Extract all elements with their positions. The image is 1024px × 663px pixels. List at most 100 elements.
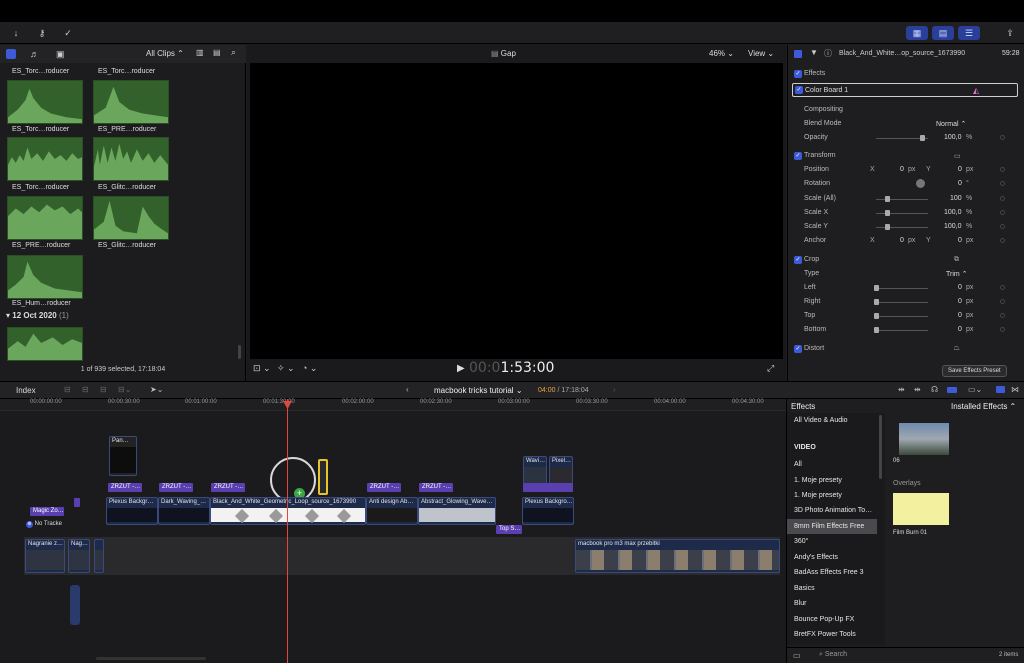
search-icon[interactable]: ⌕ — [231, 47, 236, 58]
snapping-icon[interactable] — [947, 387, 957, 393]
crop-right-slider[interactable] — [876, 302, 928, 303]
play-icon[interactable]: ▶ — [457, 363, 465, 374]
transitions-icon[interactable]: ⋈ — [1011, 385, 1019, 394]
keyframe-button[interactable] — [1000, 167, 1005, 172]
crop-top-slider-knob[interactable] — [874, 313, 879, 319]
color-inspector-icon[interactable]: ▼ — [810, 48, 818, 57]
timeline-toggle-icon[interactable]: ▤ — [932, 26, 954, 40]
keyframe-button[interactable] — [1000, 238, 1005, 243]
opacity-value[interactable]: 100,0 — [944, 134, 962, 141]
scale-y-slider-knob[interactable] — [885, 224, 890, 230]
installed-effects-dropdown[interactable]: Installed Effects ⌃ — [951, 402, 1016, 411]
inspector-toggle-icon[interactable]: ☰ — [958, 26, 980, 40]
keyframe-button[interactable] — [1000, 210, 1005, 215]
video-frame[interactable] — [250, 63, 783, 359]
video-clip[interactable] — [94, 539, 104, 573]
scale-x-value[interactable]: 100,0 — [944, 209, 962, 216]
clip-appearance-icon[interactable]: ▭⌄ — [968, 385, 982, 394]
timeline-scrollbar[interactable] — [96, 657, 206, 660]
connected-clip[interactable]: Plexus Backgr… — [106, 497, 158, 525]
title-clip[interactable]: ZRZUT -… — [419, 483, 453, 492]
select-tool-icon[interactable]: ➤⌄ — [150, 385, 163, 394]
browser-toggle-icon[interactable]: ▦ — [906, 26, 928, 40]
zoom-dropdown[interactable]: 46% ⌄ — [709, 49, 734, 58]
audio-meters-icon[interactable]: ⇹ — [898, 385, 905, 394]
connected-clip[interactable]: Pixel… — [549, 456, 573, 486]
keyword-icon[interactable]: ⚷ — [34, 26, 50, 40]
keyframe-button[interactable] — [1000, 313, 1005, 318]
title-clip[interactable]: ZRZUT -… — [367, 483, 401, 492]
transform-tool-icon[interactable]: ⊡ ⌄ — [253, 363, 271, 374]
top-s-clip[interactable]: Top S… — [496, 525, 522, 534]
audio-clip-thumbnail[interactable] — [7, 137, 83, 181]
connected-clip[interactable]: Black_And_White_Geometric_Loop_source_16… — [210, 497, 366, 525]
transform-checkbox[interactable]: ✓ — [794, 152, 802, 160]
category-item[interactable]: Basics — [787, 581, 877, 596]
connect-icon[interactable]: ⊟ — [64, 385, 71, 394]
category-item[interactable]: All — [787, 457, 877, 472]
anchor-x-value[interactable]: 0 — [900, 237, 904, 244]
category-item[interactable]: All Video & Audio — [787, 413, 877, 428]
crop-left-slider-knob[interactable] — [874, 285, 879, 291]
category-item[interactable]: BretFX Power Tools — [787, 627, 877, 642]
connected-clip[interactable]: Wavi… — [523, 456, 547, 486]
connected-clip[interactable]: Anti design Ab… — [366, 497, 418, 525]
distort-onscreen-icon[interactable]: ⏢ — [954, 345, 960, 353]
speed-icon[interactable]: ◔ ⌄ — [302, 363, 317, 374]
distort-section[interactable]: ✓ Distort ⏢ — [788, 342, 1024, 356]
crop-top-value[interactable]: 0 — [958, 312, 962, 319]
view-dropdown[interactable]: View ⌄ — [748, 49, 774, 58]
category-item[interactable]: 1. Moje presety — [787, 488, 877, 503]
category-item-selected[interactable]: 8mm Film Effects Free — [787, 519, 877, 534]
video-inspector-icon[interactable] — [794, 50, 802, 58]
position-x-value[interactable]: 0 — [900, 166, 904, 173]
project-dropdown[interactable]: macbook tricks tutorial ⌄ — [434, 386, 523, 395]
title-clip[interactable]: ZRZUT -… — [108, 483, 142, 492]
color-board-icon[interactable]: ◭ — [973, 86, 979, 95]
scale-x-slider-knob[interactable] — [885, 210, 890, 216]
save-effects-preset-button[interactable]: Save Effects Preset — [942, 365, 1007, 377]
connected-clip[interactable]: Dark_Waving_… — [158, 497, 210, 525]
blend-mode-select[interactable]: Normal ⌃ — [936, 120, 966, 128]
audio-clip-thumbnail[interactable] — [93, 137, 169, 181]
titles-generators-icon[interactable]: ▣ — [56, 49, 65, 59]
scale-x-slider[interactable] — [876, 213, 928, 214]
rotation-dial[interactable] — [916, 179, 925, 188]
title-clip[interactable]: ZRZUT -… — [159, 483, 193, 492]
color-board-row[interactable]: ✓ Color Board 1 ◭ — [792, 83, 1018, 97]
scale-all-slider-knob[interactable] — [885, 196, 890, 202]
crop-section[interactable]: ✓ Crop ⧉ — [788, 253, 1024, 267]
keyframe-button[interactable] — [1000, 181, 1005, 186]
scale-y-slider[interactable] — [876, 227, 928, 228]
libraries-icon[interactable] — [6, 49, 16, 59]
forward-arrow-icon[interactable]: › — [613, 385, 616, 394]
list-view-icon[interactable]: ▤ — [213, 48, 221, 57]
timeline[interactable]: 00:00:00:00 00:00:30:00 00:01:00:00 00:0… — [0, 399, 786, 663]
keyframe-button[interactable] — [1000, 224, 1005, 229]
effects-browser-icon[interactable] — [996, 386, 1005, 393]
photos-audio-icon[interactable]: ♬ — [30, 49, 39, 59]
video-clip[interactable]: Nagranie z… — [25, 539, 65, 573]
title-clip-bar[interactable] — [523, 483, 573, 492]
audio-clip-thumbnail[interactable] — [93, 80, 169, 124]
video-clip[interactable]: macbook pro m3 max przebitki — [575, 539, 780, 573]
category-scrollbar[interactable] — [879, 415, 882, 479]
category-item[interactable]: Andy's Effects — [787, 550, 877, 565]
info-icon[interactable]: ⓘ — [824, 48, 832, 59]
category-item[interactable]: 360° — [787, 534, 877, 549]
transform-onscreen-icon[interactable]: ▭ — [954, 152, 961, 160]
share-icon[interactable]: ⇪ — [1002, 26, 1018, 40]
effect-thumbnail-film-burn[interactable] — [893, 493, 949, 525]
audio-clip-thumbnail[interactable] — [7, 327, 83, 361]
scale-all-value[interactable]: 100 — [950, 195, 962, 202]
scale-all-slider[interactable] — [876, 199, 928, 200]
connected-clip[interactable]: Plexus Backgro… — [522, 497, 574, 525]
sidebar-toggle-icon[interactable]: ▭ — [793, 651, 801, 660]
selected-clip[interactable] — [318, 459, 328, 495]
category-item[interactable]: BadAss Effects Free 3 — [787, 565, 877, 580]
opacity-slider-knob[interactable] — [920, 135, 925, 141]
effect-thumbnail-06[interactable] — [899, 423, 949, 455]
audio-clip-thumbnail[interactable] — [7, 80, 83, 124]
crop-right-value[interactable]: 0 — [958, 298, 962, 305]
skimming-icon[interactable]: ⇹ — [914, 385, 921, 394]
